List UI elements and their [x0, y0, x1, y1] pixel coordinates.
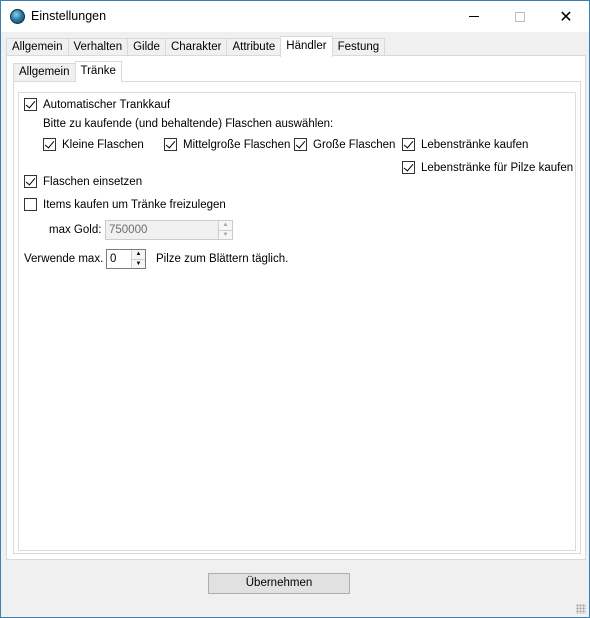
- use-bottles-checkbox[interactable]: Flaschen einsetzen: [24, 175, 142, 188]
- max-gold-label: max Gold:: [49, 224, 102, 236]
- minimize-icon: [469, 16, 479, 17]
- checkbox-label: Mittelgroße Flaschen: [183, 138, 291, 151]
- tab-haendler[interactable]: Händler: [280, 36, 333, 57]
- checkbox-box: [402, 161, 415, 174]
- buy-items-checkbox[interactable]: Items kaufen um Tränke freizulegen: [24, 198, 226, 211]
- close-button[interactable]: ✕: [543, 1, 589, 32]
- apply-button[interactable]: Übernehmen: [208, 573, 350, 594]
- checkbox-box: [294, 138, 307, 151]
- spin-up-icon[interactable]: ▲: [219, 221, 232, 230]
- checkbox-label: Items kaufen um Tränke freizulegen: [43, 198, 226, 211]
- spin-down-icon[interactable]: ▼: [132, 258, 145, 268]
- traenke-tab-page: Automatischer Trankkauf Bitte zu kaufend…: [13, 81, 581, 554]
- close-icon: ✕: [559, 8, 573, 26]
- medium-bottles-checkbox[interactable]: Mittelgroße Flaschen: [164, 138, 290, 151]
- checkbox-label: Große Flaschen: [313, 138, 396, 151]
- spin-down-icon[interactable]: ▼: [219, 229, 232, 239]
- maximize-button[interactable]: [497, 1, 543, 32]
- main-tabs: Allgemein Verhalten Gilde Charakter Attr…: [6, 36, 386, 57]
- checkbox-box: [43, 138, 56, 151]
- life-potions-mushroom-checkbox[interactable]: Lebenstränke für Pilze kaufen: [402, 161, 573, 174]
- tab-attribute[interactable]: Attribute: [226, 38, 282, 56]
- bottle-instruction-label: Bitte zu kaufende (und behaltende) Flasc…: [43, 118, 334, 130]
- mushroom-count-stepper[interactable]: 0 ▲ ▼: [106, 249, 146, 269]
- auto-buy-checkbox[interactable]: Automatischer Trankkauf: [24, 98, 170, 111]
- max-gold-stepper[interactable]: 750000 ▲ ▼: [105, 220, 233, 240]
- sub-tabs: Allgemein Tränke: [13, 61, 122, 82]
- spin-buttons: ▲ ▼: [218, 221, 232, 239]
- subtab-traenke[interactable]: Tränke: [74, 61, 122, 82]
- checkbox-label: Kleine Flaschen: [62, 138, 144, 151]
- spin-buttons: ▲ ▼: [131, 250, 145, 268]
- resize-grip-icon[interactable]: [576, 604, 586, 614]
- checkbox-box: [24, 198, 37, 211]
- subtab-allgemein[interactable]: Allgemein: [13, 63, 76, 81]
- tab-festung[interactable]: Festung: [331, 38, 386, 56]
- large-bottles-checkbox[interactable]: Große Flaschen: [294, 138, 395, 151]
- checkbox-label: Lebenstränke kaufen: [421, 138, 529, 151]
- checkbox-label: Automatischer Trankkauf: [43, 98, 171, 111]
- checkbox-box: [164, 138, 177, 151]
- checkbox-label: Lebenstränke für Pilze kaufen: [421, 161, 574, 174]
- tab-gilde[interactable]: Gilde: [127, 38, 166, 56]
- checkbox-box: [402, 138, 415, 151]
- small-bottles-checkbox[interactable]: Kleine Flaschen: [43, 138, 144, 151]
- settings-window: Einstellungen ✕ Allgemein Verhalten Gild…: [0, 0, 590, 618]
- tab-verhalten[interactable]: Verhalten: [67, 38, 129, 56]
- haendler-tab-page: Allgemein Tränke Automatischer Trankkauf…: [6, 55, 586, 560]
- title-bar: Einstellungen ✕: [1, 1, 589, 32]
- maximize-icon: [515, 11, 525, 22]
- app-globe-icon: [10, 9, 25, 24]
- checkbox-box: [24, 175, 37, 188]
- mushroom-count-value: 0: [110, 253, 117, 265]
- mushroom-suffix-label: Pilze zum Blättern täglich.: [156, 253, 289, 265]
- checkbox-box: [24, 98, 37, 111]
- tab-charakter[interactable]: Charakter: [164, 38, 228, 56]
- max-gold-value: 750000: [109, 224, 148, 236]
- life-potions-checkbox[interactable]: Lebenstränke kaufen: [402, 138, 528, 151]
- checkbox-label: Flaschen einsetzen: [43, 175, 143, 188]
- potion-settings-group: Automatischer Trankkauf Bitte zu kaufend…: [18, 92, 576, 551]
- use-max-label: Verwende max.: [24, 253, 104, 265]
- minimize-button[interactable]: [451, 1, 497, 32]
- window-title: Einstellungen: [31, 9, 107, 23]
- tab-allgemein[interactable]: Allgemein: [6, 38, 69, 56]
- spin-up-icon[interactable]: ▲: [132, 250, 145, 259]
